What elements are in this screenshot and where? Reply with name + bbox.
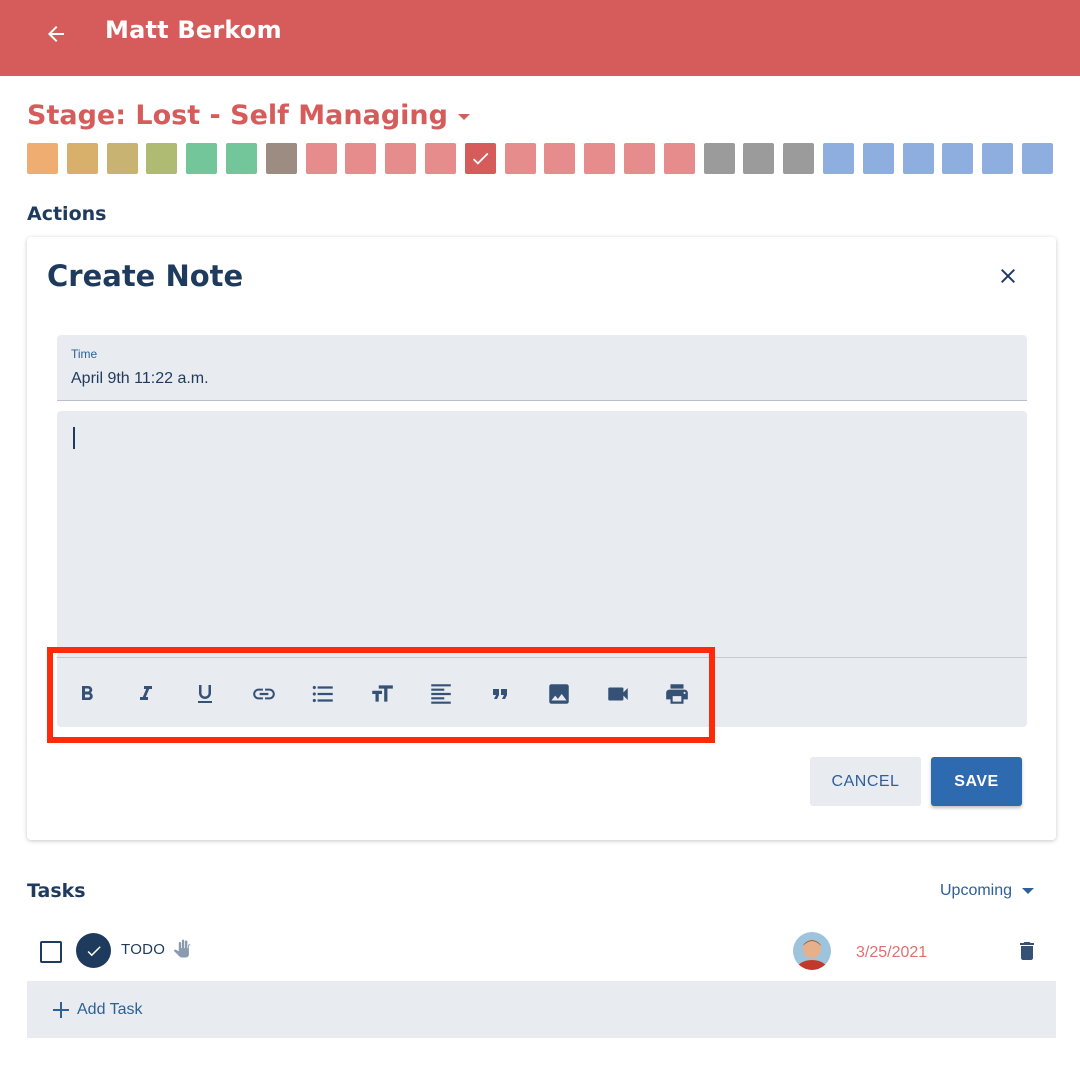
stage-swatch[interactable] bbox=[743, 143, 775, 174]
tasks-filter-dropdown[interactable]: Upcoming bbox=[940, 882, 1035, 900]
stage-swatches bbox=[27, 143, 1062, 174]
stage-swatch[interactable] bbox=[703, 143, 735, 174]
task-checkbox[interactable] bbox=[40, 941, 62, 963]
stage-swatch-selected[interactable] bbox=[464, 143, 496, 174]
stage-swatch[interactable] bbox=[305, 143, 337, 174]
app-bar: Matt Berkom bbox=[0, 0, 1080, 76]
cancel-button[interactable]: CANCEL bbox=[810, 757, 921, 806]
stage-swatch[interactable] bbox=[66, 143, 98, 174]
stage-swatch[interactable] bbox=[544, 143, 576, 174]
time-value: April 9th 11:22 a.m. bbox=[71, 370, 209, 387]
tasks-heading: Tasks bbox=[27, 880, 86, 902]
add-task-label: Add Task bbox=[77, 1000, 143, 1018]
close-button[interactable] bbox=[992, 260, 1024, 292]
card-title: Create Note bbox=[47, 259, 244, 293]
stage-swatch[interactable] bbox=[942, 143, 974, 174]
trash-icon bbox=[1020, 942, 1034, 960]
task-label: TODO bbox=[121, 941, 166, 958]
stage-swatch[interactable] bbox=[584, 143, 616, 174]
task-row: TODO 3/25/2021 bbox=[27, 925, 1056, 979]
stage-swatch[interactable] bbox=[27, 143, 58, 174]
close-icon bbox=[1001, 269, 1015, 283]
stage-dropdown[interactable]: Stage: Lost - Self Managing bbox=[27, 100, 470, 131]
stage-swatch[interactable] bbox=[822, 143, 854, 174]
caret-down-icon bbox=[457, 114, 470, 120]
add-task-button[interactable]: Add Task bbox=[27, 981, 1056, 1038]
arrow-left-icon bbox=[48, 26, 64, 42]
filter-label: Upcoming bbox=[940, 882, 1013, 899]
stage-swatch[interactable] bbox=[186, 143, 218, 174]
stage-swatch[interactable] bbox=[146, 143, 178, 174]
stage-swatch[interactable] bbox=[225, 143, 257, 174]
check-icon bbox=[472, 152, 489, 165]
stage-swatch[interactable] bbox=[902, 143, 934, 174]
assignee-avatar[interactable] bbox=[793, 932, 831, 970]
stage-label: Stage: Lost - Self Managing bbox=[27, 100, 448, 131]
stage-swatch[interactable] bbox=[783, 143, 815, 174]
stage-swatch[interactable] bbox=[862, 143, 894, 174]
time-field[interactable]: Time April 9th 11:22 a.m. bbox=[57, 335, 1027, 401]
toolbar-highlight-box bbox=[47, 647, 715, 743]
caret-down-icon bbox=[1022, 888, 1035, 894]
stage-swatch[interactable] bbox=[385, 143, 417, 174]
save-button[interactable]: SAVE bbox=[931, 757, 1022, 806]
create-note-card: Create Note Time April 9th 11:22 a.m. CA… bbox=[27, 237, 1056, 840]
back-button[interactable] bbox=[40, 18, 72, 50]
stage-swatch[interactable] bbox=[1021, 143, 1053, 174]
contact-name: Matt Berkom bbox=[105, 16, 282, 44]
stage-swatch[interactable] bbox=[424, 143, 456, 174]
stage-swatch[interactable] bbox=[345, 143, 377, 174]
text-cursor bbox=[73, 427, 75, 449]
stage-swatch[interactable] bbox=[504, 143, 536, 174]
stage-swatch[interactable] bbox=[623, 143, 655, 174]
hand-icon bbox=[171, 937, 193, 966]
stage-swatch[interactable] bbox=[265, 143, 297, 174]
task-due-date: 3/25/2021 bbox=[856, 944, 928, 961]
delete-task-button[interactable] bbox=[1013, 937, 1041, 965]
stage-swatch[interactable] bbox=[663, 143, 695, 174]
stage-swatch[interactable] bbox=[982, 143, 1014, 174]
task-complete-button[interactable] bbox=[76, 933, 111, 968]
actions-heading: Actions bbox=[27, 203, 107, 225]
check-icon bbox=[87, 945, 101, 956]
time-label: Time bbox=[71, 347, 98, 361]
stage-swatch[interactable] bbox=[106, 143, 138, 174]
plus-icon bbox=[51, 1000, 71, 1020]
